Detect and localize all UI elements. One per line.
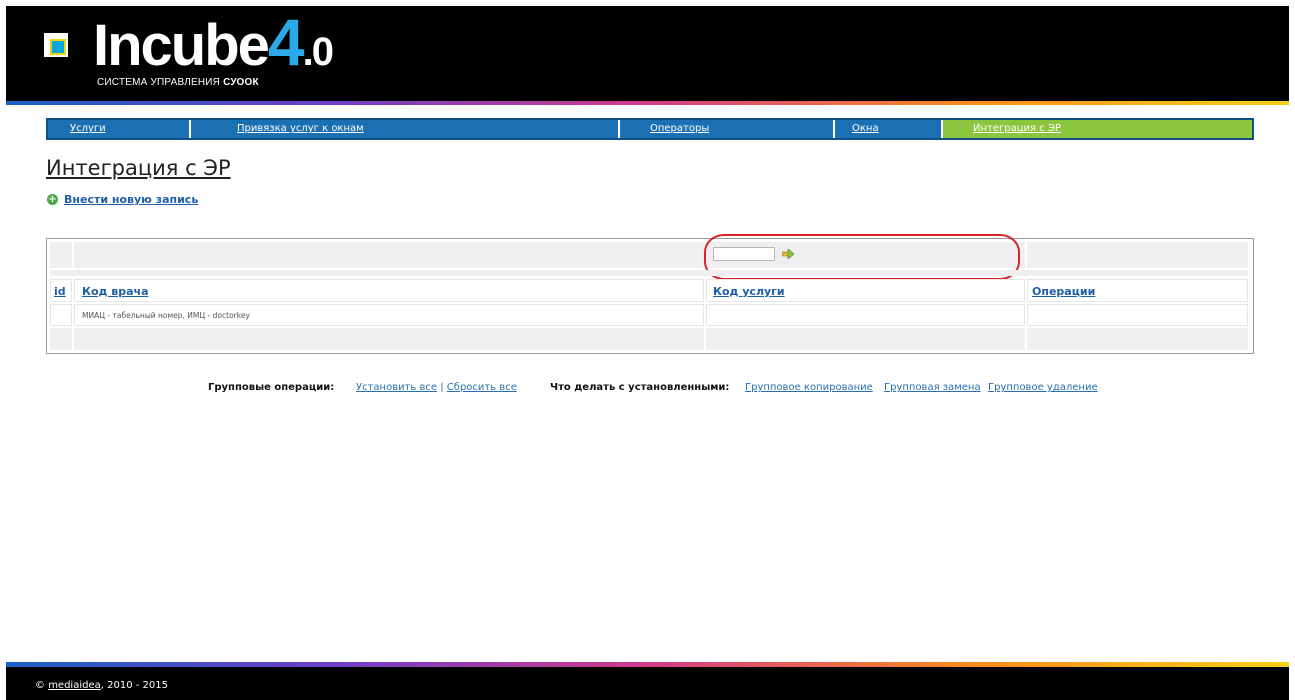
nav-item-operators[interactable]: Операторы <box>620 120 835 138</box>
th-doctor-cell <box>74 279 704 302</box>
table-footer-cell <box>1027 328 1248 350</box>
set-all-link[interactable]: Установить все <box>356 382 437 393</box>
group-ops-select-links: Установить все | Сбросить все <box>356 382 517 393</box>
company-link[interactable]: mediaidea <box>48 680 101 691</box>
logo-subtitle: СИСТЕМА УПРАВЛЕНИЯ СУООК <box>97 77 259 88</box>
group-replace-wrap: Групповая замена <box>884 382 981 393</box>
column-header-id[interactable]: id <box>54 285 66 298</box>
table-spacer <box>50 270 1248 276</box>
nav-item-er-integration[interactable]: Интеграция с ЭР <box>943 120 1252 138</box>
column-header-operations[interactable]: Операции <box>1032 285 1095 298</box>
group-ops-bar: Групповые операции: <box>208 382 334 393</box>
main-nav: Услуги Привязка услуг к окнам Операторы … <box>46 118 1254 140</box>
selected-actions-label: Что делать с установленными: <box>550 382 730 393</box>
nav-item-service-window-binding[interactable]: Привязка услуг к окнам <box>191 120 620 138</box>
group-copy-wrap: Групповое копирование <box>745 382 873 393</box>
data-table: id Код врача Код услуги Операции МИАЦ - … <box>46 234 1254 354</box>
group-delete-wrap: Групповое удаление <box>988 382 1098 393</box>
copyright-symbol: © <box>35 680 45 691</box>
column-header-doctor-code[interactable]: Код врача <box>82 285 149 298</box>
filter-cell-id <box>50 242 72 268</box>
table-row-id <box>50 304 72 326</box>
subtitle-prefix: СИСТЕМА УПРАВЛЕНИЯ <box>97 77 221 88</box>
add-record-label: Внести новую запись <box>64 193 199 206</box>
app-footer <box>6 667 1289 700</box>
page-title: Интеграция с ЭР <box>46 156 231 180</box>
filter-cell-operations <box>1027 242 1248 268</box>
group-ops-label: Групповые операции: <box>208 382 335 393</box>
table-row-operations <box>1027 304 1248 326</box>
logo-version-sub: .0 <box>302 30 334 74</box>
subtitle-brand: СУООК <box>223 77 259 88</box>
table-footer-cell <box>706 328 1025 350</box>
table-footer-cell <box>50 328 72 350</box>
nav-item-windows[interactable]: Окна <box>835 120 943 138</box>
selected-actions-label-wrap: Что делать с установленными: <box>550 382 729 393</box>
column-header-service-code[interactable]: Код услуги <box>713 285 785 298</box>
group-copy-link[interactable]: Групповое копирование <box>745 382 873 393</box>
add-record-link[interactable]: + Внести новую запись <box>47 193 198 206</box>
table-row-service-code <box>706 304 1025 326</box>
header-gradient-divider <box>6 101 1289 105</box>
table-footer-cell <box>74 328 704 350</box>
filter-cell-doctor <box>74 242 704 268</box>
separator: | <box>440 382 444 393</box>
logo-version-main: 4 <box>267 5 305 79</box>
footer-copyright: © mediaidea, 2010 - 2015 <box>35 680 168 691</box>
group-replace-link[interactable]: Групповая замена <box>884 382 981 393</box>
logo-word: Incube <box>93 13 270 78</box>
copyright-years: , 2010 - 2015 <box>100 680 168 691</box>
group-delete-link[interactable]: Групповое удаление <box>988 382 1098 393</box>
plus-circle-icon: + <box>47 194 58 205</box>
table-row-doctor-code: МИАЦ - табельный номер, ИМЦ - doctorkey <box>82 311 250 320</box>
nav-item-services[interactable]: Услуги <box>48 120 191 138</box>
reset-all-link[interactable]: Сбросить все <box>447 382 517 393</box>
logo[interactable]: Incube4.0 <box>93 9 334 81</box>
logo-icon <box>44 33 68 57</box>
